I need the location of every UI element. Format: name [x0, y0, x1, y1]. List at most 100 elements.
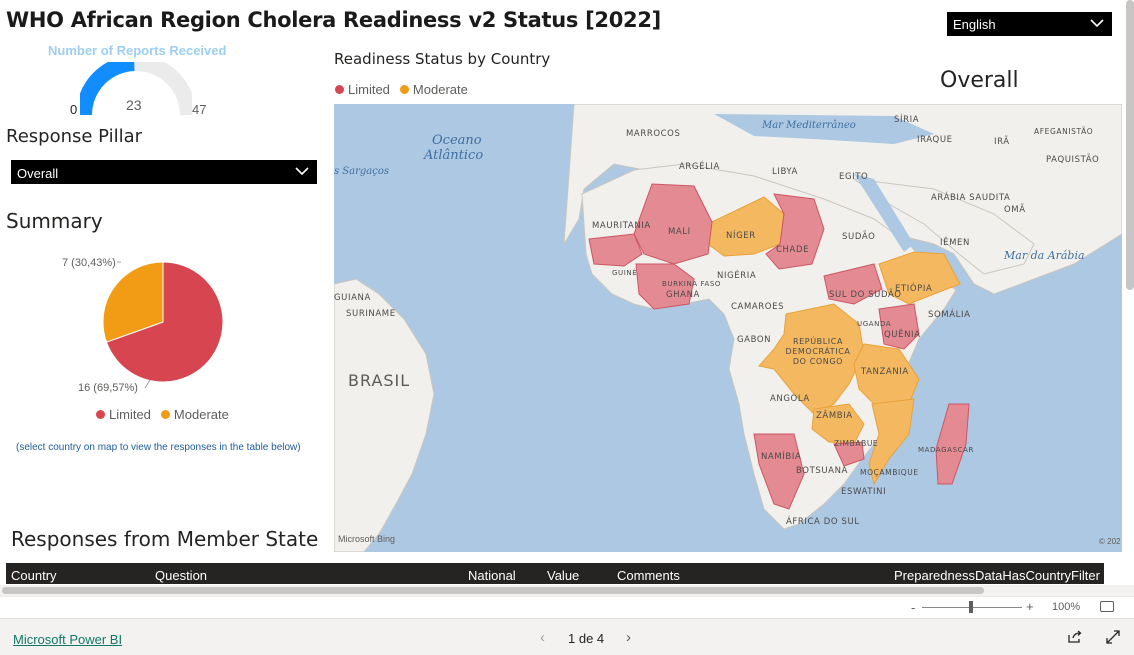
report-canvas: WHO African Region Cholera Readiness v2 …: [0, 0, 1134, 596]
map-hint: (select country on map to view the respo…: [16, 442, 301, 453]
africa-map[interactable]: Oceano Atlântico Mar Mediterrâneo Mar da…: [334, 104, 1122, 552]
country-label: SÍRIA: [894, 113, 919, 125]
country-label: ESWATINI: [841, 487, 886, 497]
legend-item-moderate[interactable]: Moderate: [160, 407, 229, 422]
legend-label-moderate: Moderate: [173, 407, 229, 422]
country-label: BURKINA FASO: [662, 280, 721, 288]
country-label: MALI: [668, 227, 691, 237]
column-header-question[interactable]: Question: [155, 568, 207, 583]
share-icon[interactable]: [1067, 630, 1083, 644]
zoom-level: 100%: [1052, 601, 1081, 613]
zoom-in-button[interactable]: +: [1026, 599, 1034, 614]
power-bi-link[interactable]: Microsoft Power BI: [13, 632, 122, 647]
fit-to-page-icon[interactable]: [1100, 601, 1114, 612]
zoom-bar: - + 100%: [0, 596, 1134, 618]
responses-table-header: Country Question National Value Comments…: [6, 563, 1104, 584]
legend-label-moderate: Moderate: [412, 82, 468, 97]
map-canvas: Oceano Atlântico Mar Mediterrâneo Mar da…: [334, 104, 1122, 552]
map-legend-item-moderate[interactable]: Moderate: [399, 82, 468, 97]
country-label: PAQUISTÃO: [1046, 154, 1099, 165]
pie-label-moderate: 7 (30,43%): [62, 257, 116, 269]
legend-label-limited: Limited: [348, 82, 390, 97]
country-madagascar[interactable]: [935, 403, 970, 485]
country-label: ARÁBIA SAUDITA: [931, 191, 1010, 203]
previous-page-button[interactable]: ‹: [540, 629, 545, 646]
pillar-heading: Response Pillar: [6, 126, 143, 147]
country-label: LIBYA: [772, 167, 798, 177]
pie-label-limited: 16 (69,57%): [78, 382, 138, 394]
overall-label: Overall: [940, 68, 1019, 93]
column-header-national[interactable]: National: [468, 568, 516, 583]
country-label: REPÚBLICA DEMOCRÁTICA DO CONGO: [786, 335, 851, 366]
column-header-filter[interactable]: PreparednessDataHasCountryFilter: [894, 568, 1100, 583]
vertical-scrollbar[interactable]: [1126, 0, 1134, 290]
country-label: ETIÓPIA: [895, 282, 932, 294]
country-label: NIGÉRIA: [717, 269, 756, 281]
scrollbar-thumb[interactable]: [2, 587, 984, 594]
report-title: WHO African Region Cholera Readiness v2 …: [6, 8, 661, 32]
ocean-label-oceano: Oceano: [432, 133, 482, 148]
pillar-dropdown[interactable]: Overall: [11, 160, 317, 184]
country-label: MOÇAMBIQUE: [860, 468, 919, 477]
column-header-country[interactable]: Country: [11, 568, 57, 583]
country-label: ZÂMBIA: [816, 409, 853, 421]
ocean-label-atlantico: Atlântico: [423, 148, 483, 163]
chevron-down-icon: [295, 167, 309, 176]
legend-dot-moderate: [399, 85, 409, 94]
legend-item-limited[interactable]: Limited: [96, 407, 151, 422]
country-label: IRAQUE: [917, 135, 953, 145]
country-label: CAMAROES: [731, 302, 784, 312]
land-south-america: [334, 278, 435, 552]
summary-pie-chart[interactable]: [55, 248, 235, 398]
country-label: GABON: [737, 335, 771, 345]
country-label: IRÃ: [994, 136, 1010, 147]
map-heading: Readiness Status by Country: [334, 50, 551, 68]
zoom-out-button[interactable]: -: [911, 600, 915, 615]
summary-heading: Summary: [6, 209, 103, 233]
fullscreen-icon[interactable]: [1106, 630, 1120, 644]
country-label: SURINAME: [346, 309, 396, 319]
country-label: EGITO: [839, 172, 868, 182]
horizontal-scrollbar[interactable]: [0, 585, 1134, 596]
zoom-slider-knob[interactable]: [969, 601, 973, 613]
footer-bar: Microsoft Power BI ‹ 1 de 4 ›: [0, 618, 1134, 655]
country-label: GUINÉ: [612, 268, 637, 277]
page-indicator: 1 de 4: [568, 631, 605, 646]
country-label: BOTSUANA: [796, 466, 848, 476]
country-label: ARGÉLIA: [679, 160, 720, 172]
gauge-max: 47: [192, 102, 207, 117]
pillar-selected: Overall: [17, 166, 59, 181]
legend-dot-limited: [335, 85, 344, 94]
legend-dot-limited: [96, 410, 105, 419]
responses-heading: Responses from Member State: [11, 527, 319, 551]
country-label: GHANA: [666, 290, 700, 300]
next-page-button[interactable]: ›: [626, 629, 631, 646]
country-label: TANZANIA: [860, 367, 909, 377]
map-legend: Limited Moderate: [335, 82, 468, 97]
country-label: NÍGER: [726, 229, 756, 241]
country-label: SUL DO SUDÃO: [829, 289, 902, 300]
map-legend-item-limited[interactable]: Limited: [335, 82, 390, 97]
gauge-title: Number of Reports Received: [48, 43, 227, 58]
map-copyright: © 202: [1099, 537, 1121, 546]
column-header-value[interactable]: Value: [547, 568, 579, 583]
country-label: SOMÁLIA: [928, 308, 971, 320]
country-label: ÁFRICA DO SUL: [786, 515, 860, 527]
map-attribution: Microsoft Bing: [338, 534, 395, 544]
language-dropdown[interactable]: English: [947, 12, 1112, 36]
country-label: MAURITANIA: [592, 221, 651, 231]
country-label: CHADE: [776, 245, 809, 255]
chevron-down-icon: [1090, 19, 1104, 28]
country-label: SUDÃO: [842, 231, 875, 242]
country-label: NAMÍBIA: [761, 450, 801, 462]
language-selected: English: [953, 17, 996, 32]
legend-label-limited: Limited: [109, 407, 151, 422]
power-bi-page: WHO African Region Cholera Readiness v2 …: [0, 0, 1134, 655]
country-label: ZIMBABUE: [834, 439, 878, 448]
ocean-label-sargacos: s Sargaços: [334, 166, 389, 177]
leader-line-limited: [144, 379, 151, 389]
country-label: UGANDA: [857, 320, 891, 328]
country-label: QUÊNIA: [884, 328, 921, 340]
column-header-comments[interactable]: Comments: [617, 568, 680, 583]
country-label: OMÃ: [1004, 204, 1026, 215]
